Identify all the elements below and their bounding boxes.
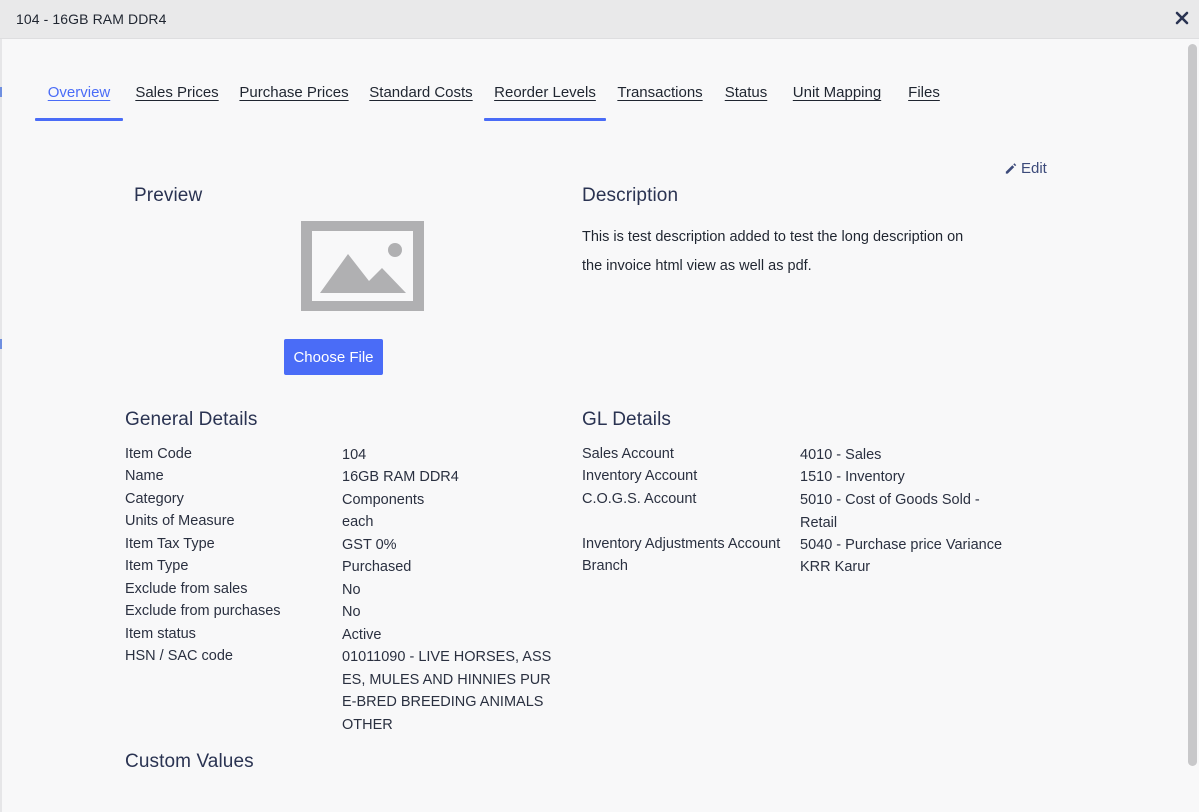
inventory-adjustments-label: Inventory Adjustments Account (582, 536, 781, 552)
item-code-value: 104 (342, 447, 367, 463)
cogs-account-value: 5010 - Cost of Goods Sold - Retail (800, 492, 980, 531)
units-value: each (342, 514, 374, 530)
scrollbar[interactable] (1188, 44, 1197, 766)
description-text: This is test description added to test t… (582, 229, 964, 274)
choose-file-button[interactable]: Choose File (284, 339, 383, 375)
tax-type-label: Item Tax Type (125, 536, 215, 552)
tab-unit-mapping[interactable]: Unit Mapping (790, 70, 884, 120)
edit-label: Edit (1021, 160, 1047, 177)
general-details-title: General Details (125, 409, 258, 430)
exclude-sales-value: No (342, 582, 361, 598)
preview-title: Preview (134, 185, 203, 206)
description-title: Description (582, 185, 679, 206)
sales-account-value: 4010 - Sales (800, 447, 882, 463)
inventory-account-label: Inventory Account (582, 468, 698, 484)
inventory-adjustments-value: 5040 - Purchase price Variance (800, 537, 1003, 553)
tab-files[interactable]: Files (905, 70, 943, 120)
item-code-label: Item Code (125, 446, 192, 462)
pencil-icon (1005, 163, 1017, 174)
close-icon[interactable] (1173, 9, 1191, 27)
sales-account-label: Sales Account (582, 446, 674, 462)
dialog-title: 104 - 16GB RAM DDR4 (16, 11, 167, 27)
branch-value: KRR Karur (800, 559, 871, 575)
tab-purchase-prices[interactable]: Purchase Prices (237, 70, 351, 120)
inventory-account-value: 1510 - Inventory (800, 469, 905, 485)
hsn-sac-value: 01011090 - LIVE HORSES, ASSES, MULES AND… (342, 649, 552, 733)
branch-label: Branch (582, 558, 628, 574)
dialog-titlebar: 104 - 16GB RAM DDR4 (0, 0, 1199, 39)
name-value: 16GB RAM DDR4 (342, 469, 459, 485)
item-type-value: Purchased (342, 559, 412, 575)
tab-reorder-levels[interactable]: Reorder Levels (484, 70, 606, 121)
units-label: Units of Measure (125, 513, 235, 529)
category-value: Components (342, 492, 425, 508)
left-edge (0, 39, 2, 812)
tab-standard-costs[interactable]: Standard Costs (368, 70, 474, 120)
item-type-label: Item Type (125, 558, 189, 574)
tab-status[interactable]: Status (723, 70, 769, 120)
item-status-value: Active (342, 627, 382, 643)
exclude-sales-label: Exclude from sales (125, 581, 248, 597)
edge-marker (0, 339, 2, 349)
image-placeholder-icon (301, 221, 424, 311)
tab-sales-prices[interactable]: Sales Prices (133, 70, 221, 120)
exclude-purchases-label: Exclude from purchases (125, 603, 281, 619)
edge-marker (0, 87, 2, 97)
tab-transactions[interactable]: Transactions (617, 70, 703, 120)
tax-type-value: GST 0% (342, 537, 397, 553)
tab-overview[interactable]: Overview (35, 70, 123, 121)
edit-button[interactable]: Edit (1004, 160, 1047, 177)
category-label: Category (125, 491, 184, 507)
custom-values-title: Custom Values (125, 751, 254, 772)
gl-details-title: GL Details (582, 409, 671, 430)
name-label: Name (125, 468, 164, 484)
hsn-sac-label: HSN / SAC code (125, 648, 233, 664)
cogs-account-label: C.O.G.S. Account (582, 491, 697, 507)
exclude-purchases-value: No (342, 604, 361, 620)
item-status-label: Item status (125, 626, 196, 642)
